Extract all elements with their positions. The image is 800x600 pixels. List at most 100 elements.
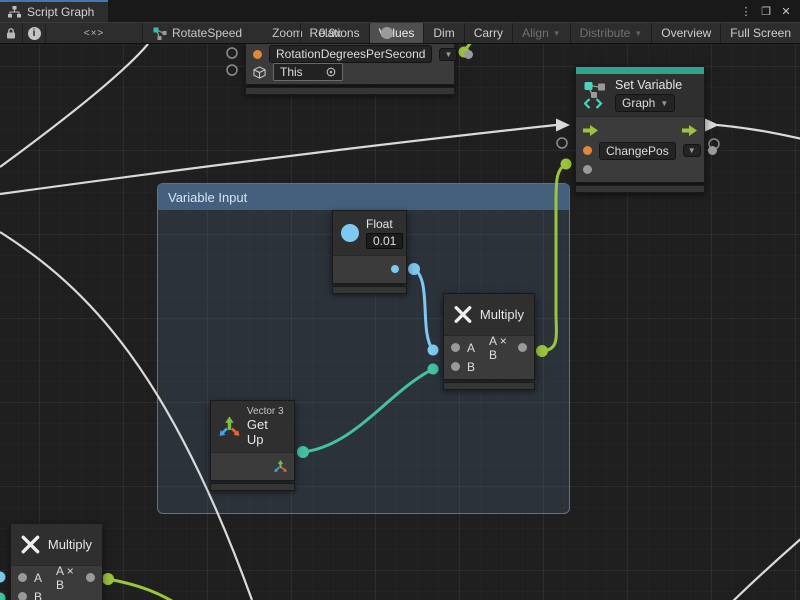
graph-canvas[interactable]: Variable Input bbox=[0, 44, 800, 600]
node-multiply-group[interactable]: Multiply A A × B B bbox=[443, 293, 535, 390]
float-output-port[interactable] bbox=[391, 265, 399, 273]
lock-icon bbox=[6, 28, 16, 39]
output-port[interactable] bbox=[86, 573, 95, 582]
variable-name-port[interactable] bbox=[253, 50, 262, 59]
target-object-field[interactable]: This bbox=[273, 63, 343, 81]
external-port[interactable] bbox=[227, 65, 237, 75]
tab-title: Script Graph bbox=[27, 5, 94, 19]
window-close-icon[interactable]: ✕ bbox=[778, 3, 794, 19]
graph-node-icon bbox=[153, 27, 167, 40]
distribute-dropdown[interactable]: Distribute ▼ bbox=[570, 23, 652, 43]
chevron-down-icon: ▼ bbox=[553, 29, 561, 38]
flow-arrowhead-in bbox=[556, 119, 570, 132]
info-icon: i bbox=[28, 27, 41, 40]
multiply-icon bbox=[454, 302, 472, 327]
port-label-a: A bbox=[467, 341, 475, 355]
wire-white-topleft bbox=[0, 44, 148, 167]
variable-name-port[interactable] bbox=[583, 146, 592, 155]
float-value-input[interactable]: 0.01 bbox=[366, 233, 403, 249]
chevron-down-icon: ▼ bbox=[660, 99, 668, 108]
wire-green-bottom-multiply-out bbox=[108, 579, 182, 600]
node-footer bbox=[575, 185, 705, 193]
wire-end-dot bbox=[561, 159, 572, 170]
wire-end-dot bbox=[0, 593, 6, 600]
window-controls: ⋮ ❐ ✕ bbox=[738, 0, 800, 22]
external-port[interactable] bbox=[227, 48, 237, 58]
node-set-variable[interactable]: Set Variable Graph ▼ bbox=[575, 66, 705, 193]
node-title: Multiply bbox=[48, 537, 92, 552]
graph-name-label: RotateSpeed bbox=[172, 26, 242, 40]
variable-kind: Graph bbox=[622, 96, 655, 110]
object-picker-icon[interactable] bbox=[326, 67, 336, 77]
input-port-a[interactable] bbox=[18, 573, 27, 582]
zoom-slider-handle[interactable] bbox=[381, 27, 393, 39]
node-footer bbox=[245, 87, 455, 95]
variable-accent-strip bbox=[576, 67, 704, 74]
flow-input-port[interactable] bbox=[583, 125, 598, 136]
group-title: Variable Input bbox=[168, 190, 247, 205]
multiply-icon bbox=[21, 532, 40, 557]
variable-kind-dropdown[interactable]: Graph ▼ bbox=[615, 94, 675, 112]
output-port[interactable] bbox=[518, 343, 527, 352]
vector3-icon bbox=[219, 416, 240, 438]
current-graph-indicator[interactable]: RotateSpeed bbox=[143, 23, 252, 43]
port-label-out: A × B bbox=[56, 564, 79, 592]
lock-button[interactable] bbox=[0, 23, 23, 43]
value-input-port[interactable] bbox=[583, 165, 592, 174]
values-button[interactable]: Values bbox=[369, 23, 424, 43]
variable-name: ChangePos bbox=[606, 144, 669, 158]
wire-white-out-setvariable bbox=[717, 125, 800, 139]
node-get-variable[interactable]: RotationDegreesPerSecond ▼ This bbox=[245, 44, 455, 95]
zoom-label: Zoom bbox=[272, 26, 303, 40]
output-port[interactable] bbox=[708, 146, 717, 155]
tab-strip: Script Graph ⋮ ❐ ✕ bbox=[0, 0, 800, 22]
chevron-down-icon: ▼ bbox=[634, 29, 642, 38]
vector3-output-port[interactable] bbox=[274, 460, 287, 473]
input-port-b[interactable] bbox=[451, 362, 460, 371]
variable-dropdown-button[interactable]: ▼ bbox=[439, 48, 457, 61]
port-label-a: A bbox=[34, 571, 42, 585]
target-object-value: This bbox=[280, 65, 321, 79]
chevron-down-icon: ▼ bbox=[444, 50, 452, 59]
flow-output-port[interactable] bbox=[682, 125, 697, 136]
zoom-control: Zoom 0.9x bbox=[252, 23, 299, 43]
unity-script-graph-window: Script Graph ⋮ ❐ ✕ i <×> bbox=[0, 0, 800, 600]
node-title: Set Variable bbox=[615, 78, 682, 92]
window-maximize-icon[interactable]: ❐ bbox=[758, 3, 774, 19]
flow-arrowhead-out bbox=[705, 119, 719, 132]
input-port-a[interactable] bbox=[451, 343, 460, 352]
dim-button[interactable]: Dim bbox=[423, 23, 463, 43]
value-output-port[interactable] bbox=[464, 50, 473, 59]
zoom-to-fit-button[interactable]: <×> bbox=[46, 23, 143, 43]
input-port-b[interactable] bbox=[18, 592, 27, 600]
overview-button[interactable]: Overview bbox=[651, 23, 720, 43]
tab-script-graph[interactable]: Script Graph bbox=[0, 0, 108, 22]
align-dropdown[interactable]: Align ▼ bbox=[512, 23, 570, 43]
external-port[interactable] bbox=[557, 138, 567, 148]
relations-button[interactable]: Relations bbox=[300, 23, 369, 43]
graph-hierarchy-icon bbox=[8, 6, 21, 18]
node-title: Multiply bbox=[480, 307, 524, 322]
window-menu-icon[interactable]: ⋮ bbox=[738, 3, 754, 19]
carry-button[interactable]: Carry bbox=[464, 23, 512, 43]
node-vector3-get-up[interactable]: Vector 3 Get Up bbox=[210, 400, 295, 491]
float-type-icon bbox=[341, 224, 359, 242]
port-label-b: B bbox=[34, 590, 42, 600]
node-float-literal[interactable]: Float 0.01 bbox=[332, 210, 407, 294]
node-footer bbox=[443, 382, 535, 390]
chevron-down-icon: ▼ bbox=[688, 146, 696, 155]
variable-name-dropdown[interactable]: RotationDegreesPerSecond bbox=[269, 45, 432, 63]
variable-dropdown-button[interactable]: ▼ bbox=[683, 144, 701, 157]
group-header[interactable]: Variable Input bbox=[158, 184, 569, 210]
graph-toolbar: i <×> RotateSpeed Zoom 0.9x Relations Va… bbox=[0, 22, 800, 44]
port-label-b: B bbox=[467, 360, 475, 374]
wire-end-dot bbox=[102, 573, 114, 585]
info-button[interactable]: i bbox=[23, 23, 46, 43]
variable-name-dropdown[interactable]: ChangePos bbox=[599, 142, 676, 160]
node-footer bbox=[210, 483, 295, 491]
node-multiply-bottom[interactable]: Multiply A A × B B bbox=[10, 523, 103, 600]
fullscreen-button[interactable]: Full Screen bbox=[720, 23, 800, 43]
gameobject-cube-icon bbox=[253, 66, 266, 79]
align-label: Align bbox=[522, 26, 549, 40]
distribute-label: Distribute bbox=[580, 26, 631, 40]
